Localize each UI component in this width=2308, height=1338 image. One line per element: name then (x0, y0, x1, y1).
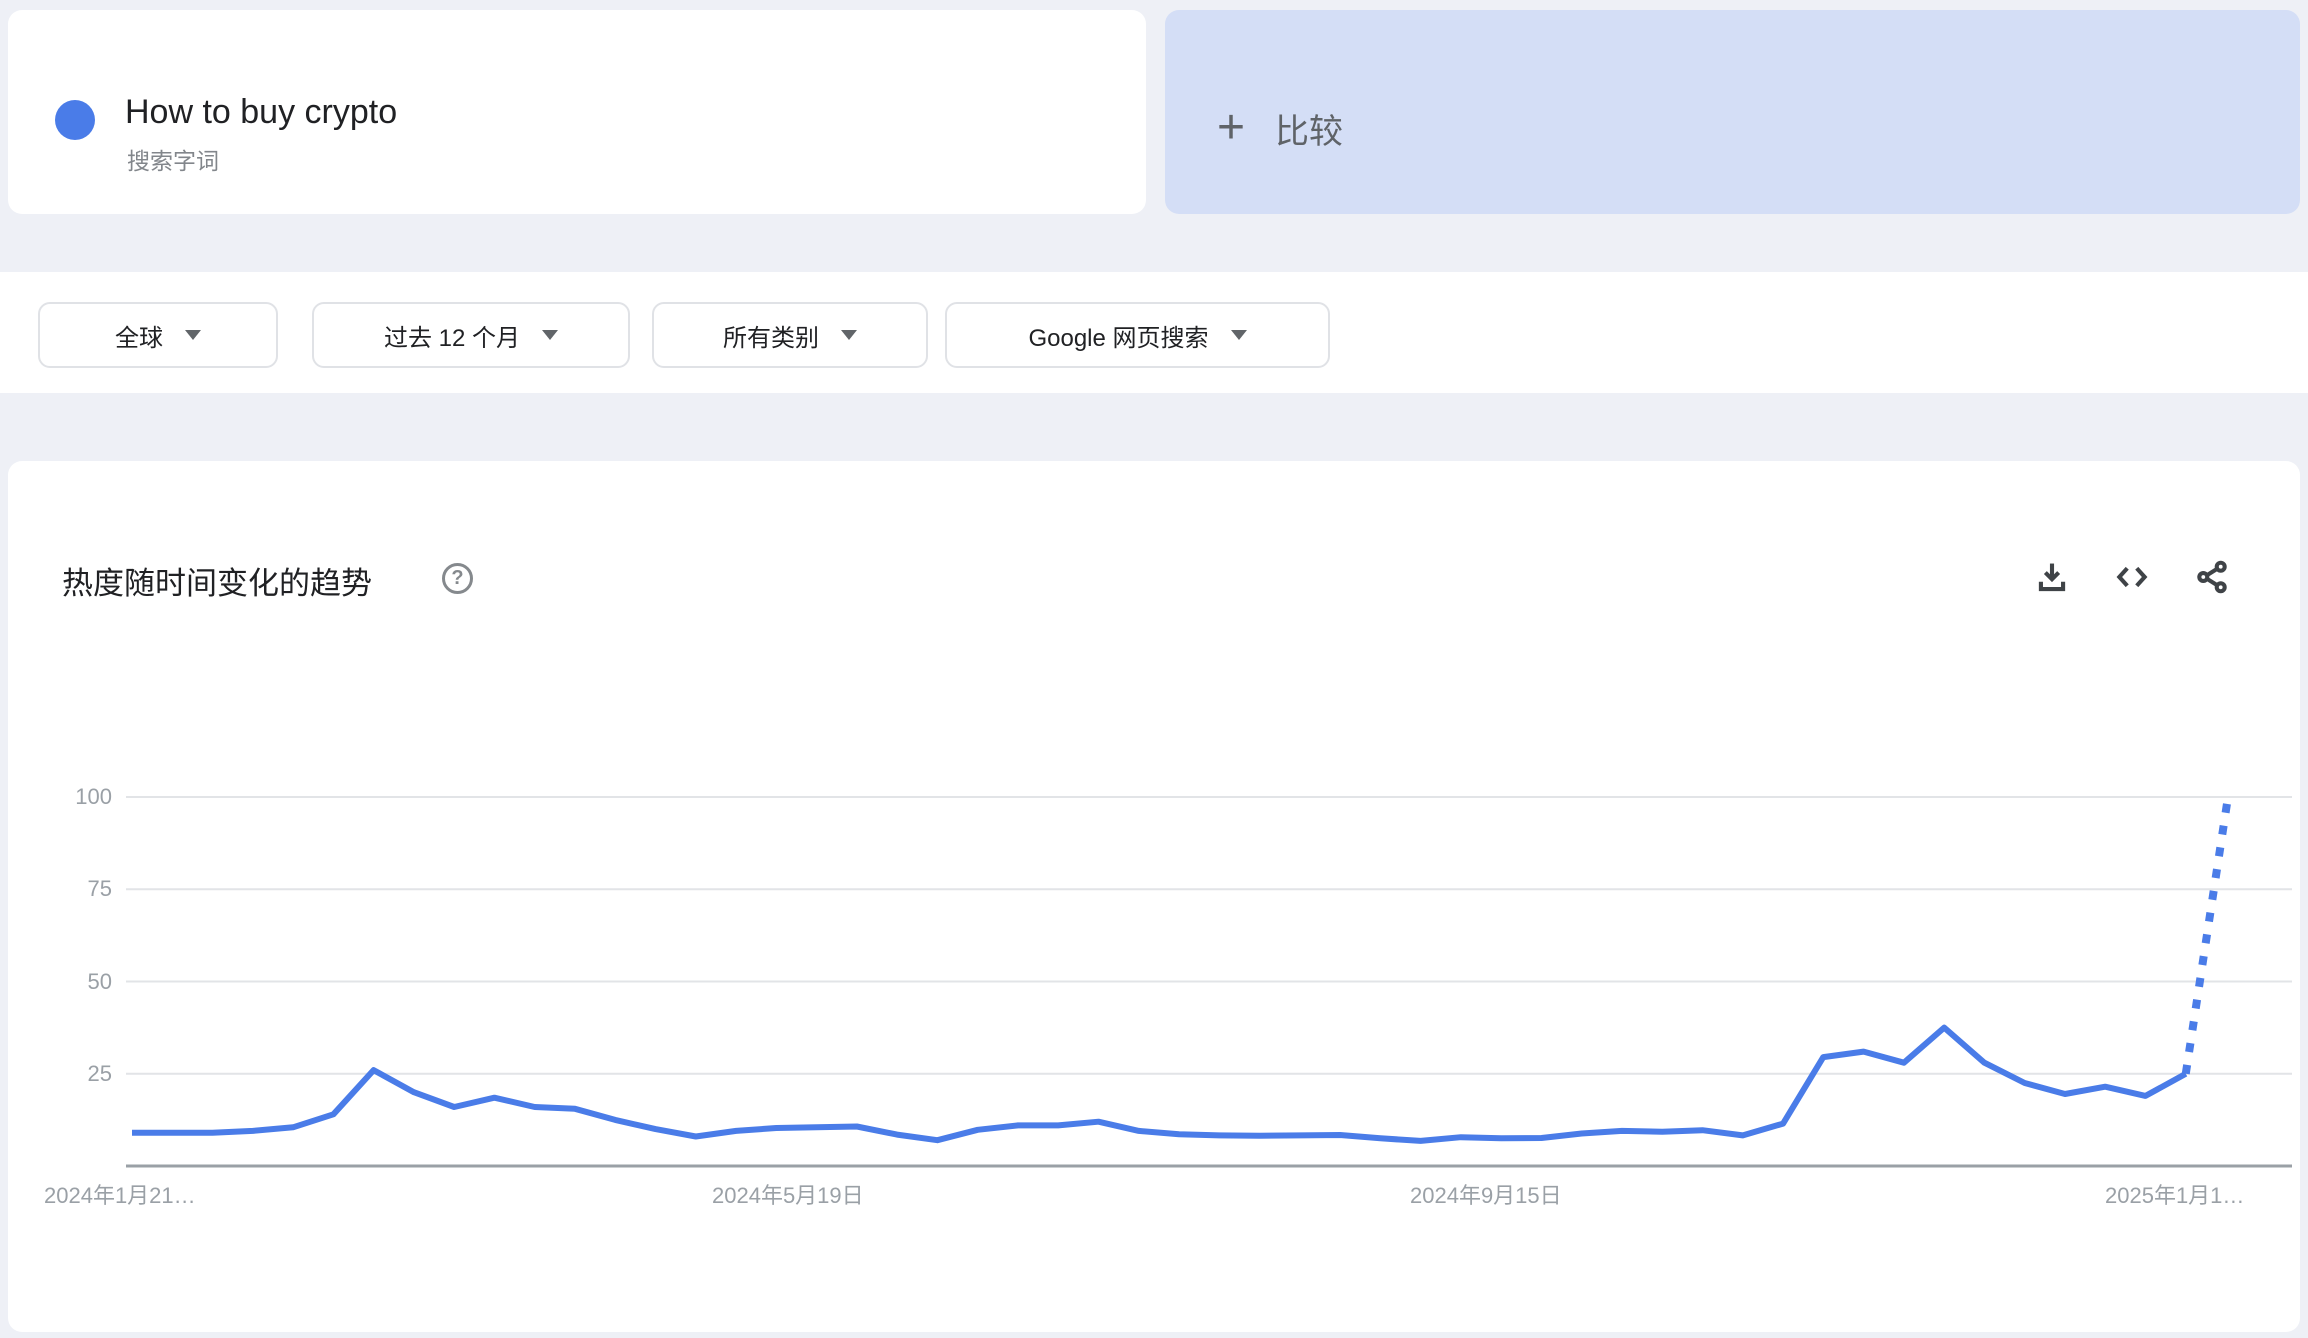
search-term-card[interactable]: How to buy crypto 搜索字词 (8, 10, 1146, 214)
x-axis-tick-label: 2024年5月19日 (712, 1183, 864, 1208)
category-filter-label: 所有类别 (723, 324, 819, 352)
search-term-title: How to buy crypto (125, 93, 398, 131)
compare-label: 比较 (1275, 112, 1344, 151)
time-range-filter-label: 过去 12 个月 (383, 324, 521, 352)
y-axis-tick-label: 100 (75, 784, 112, 809)
filter-bar: 全球 过去 12 个月 所有类别 Google 网页搜索 (0, 272, 2308, 393)
region-filter-label: 全球 (115, 324, 163, 352)
series-color-dot (55, 100, 95, 140)
add-comparison-card[interactable]: + 比较 (1165, 10, 2300, 214)
chevron-down-icon (542, 330, 559, 340)
y-axis-tick-label: 75 (87, 876, 112, 902)
search-type-filter-dropdown[interactable]: Google 网页搜索 (945, 302, 1330, 368)
search-term-type: 搜索字词 (127, 148, 219, 174)
trend-line (132, 1024, 2188, 1144)
chevron-down-icon (185, 330, 201, 340)
add-comparison-inner: + 比较 (1217, 104, 1343, 152)
x-axis-tick-label: 2024年9月15日 (1410, 1183, 1562, 1208)
trend-chart-svg[interactable] (8, 461, 2300, 1332)
chevron-down-icon (1230, 330, 1247, 340)
x-axis-tick-label: 2024年1月21… (44, 1183, 196, 1208)
x-axis-tick-label: 2025年1月1… (2105, 1183, 2245, 1208)
y-axis-tick-label: 50 (87, 968, 112, 994)
category-filter-dropdown[interactable]: 所有类别 (652, 302, 928, 368)
y-axis-tick-label: 25 (87, 1060, 112, 1086)
plus-icon: + (1217, 101, 1246, 154)
trend-line-partial-dotted (2181, 796, 2232, 1075)
search-type-filter-label: Google 网页搜索 (1028, 324, 1209, 352)
interest-over-time-card: 热度随时间变化的趋势 ? 25 50 75 100 2024年1月21… 202… (8, 461, 2300, 1332)
chevron-down-icon (841, 330, 857, 340)
region-filter-dropdown[interactable]: 全球 (38, 302, 278, 368)
time-range-filter-dropdown[interactable]: 过去 12 个月 (312, 302, 630, 368)
